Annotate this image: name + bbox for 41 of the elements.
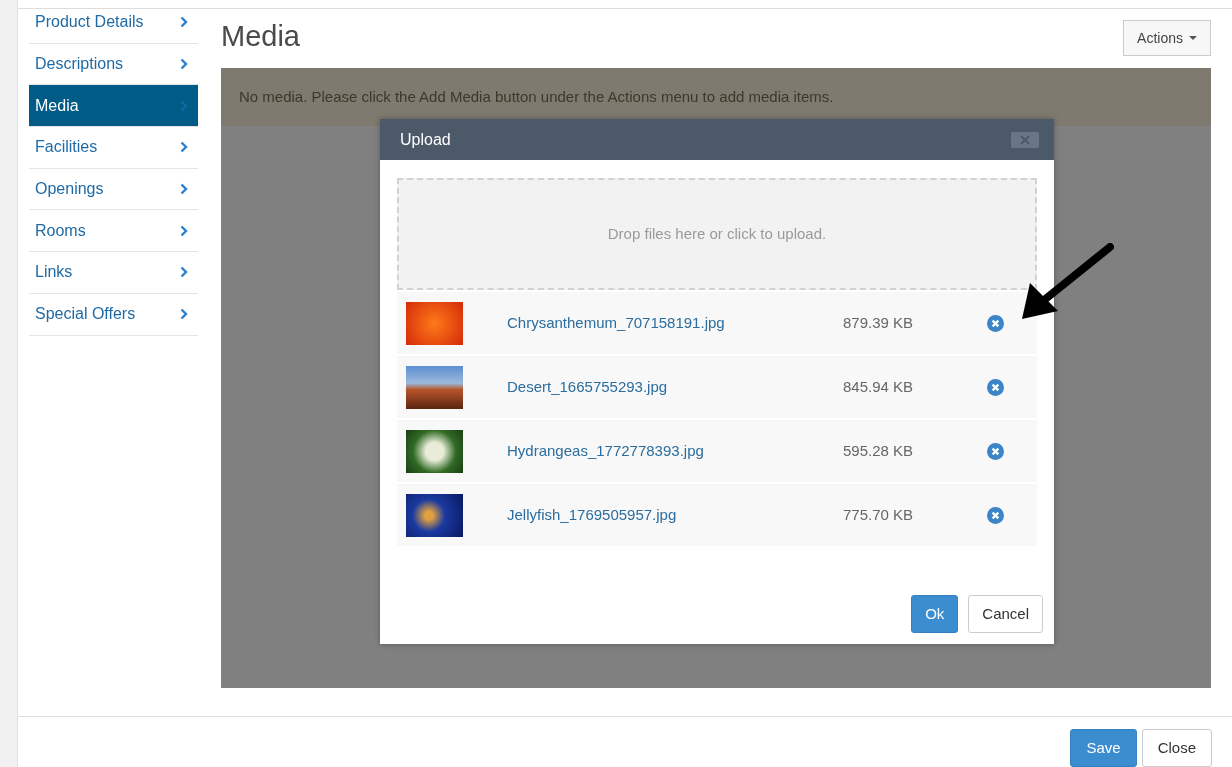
alert-text: No media. Please click the Add Media button under the Actions menu to add media items. xyxy=(239,86,834,107)
sidebar-item[interactable]: Special Offers xyxy=(29,293,198,336)
file-size: 879.39 KB xyxy=(843,312,915,333)
file-name[interactable]: Chrysanthemum_707158191.jpg xyxy=(507,311,843,335)
file-name[interactable]: Desert_1665755293.jpg xyxy=(507,375,843,399)
remove-icon[interactable] xyxy=(987,314,1004,332)
photo-placeholder xyxy=(406,493,463,537)
sidebar-item[interactable]: Openings xyxy=(29,168,198,211)
file-name[interactable]: Jellyfish_1769505957.jpg xyxy=(507,503,843,527)
chevron-icon xyxy=(180,141,188,154)
remove-icon[interactable] xyxy=(987,378,1004,396)
sidebar-item[interactable]: Media xyxy=(29,85,198,128)
chevron-icon xyxy=(180,58,188,71)
chevron-icon xyxy=(180,16,188,29)
secondary-button[interactable]: Cancel xyxy=(968,595,1043,633)
close-icon xyxy=(1020,134,1030,145)
secondary-button[interactable]: Close xyxy=(1141,729,1212,767)
actions-button[interactable]: Actions xyxy=(1123,20,1211,56)
file-name[interactable]: Hydrangeas_1772778393.jpg xyxy=(507,439,843,463)
caret-icon xyxy=(1189,36,1197,40)
dialog-title: Upload xyxy=(400,129,451,150)
chevron-icon xyxy=(180,308,188,321)
photo-placeholder xyxy=(406,429,463,473)
page-title: Media xyxy=(221,19,300,54)
file-size: 845.94 KB xyxy=(843,376,915,397)
photo-placeholder xyxy=(406,365,463,409)
sidebar-item[interactable]: Links xyxy=(29,252,198,294)
chevron-icon xyxy=(180,99,188,112)
chevron-icon xyxy=(180,224,188,237)
chevron-icon xyxy=(180,266,188,279)
sidebar-item[interactable]: Product Details xyxy=(29,2,198,44)
sidebar-item[interactable]: Rooms xyxy=(29,210,198,253)
primary-button[interactable]: Save xyxy=(1070,729,1137,767)
file-size: 775.70 KB xyxy=(843,504,915,525)
remove-icon[interactable] xyxy=(987,506,1004,524)
primary-button[interactable]: Ok xyxy=(911,595,959,633)
chevron-icon xyxy=(180,183,188,196)
photo-placeholder xyxy=(406,301,463,345)
sidebar-item[interactable]: Facilities xyxy=(29,127,198,169)
remove-icon[interactable] xyxy=(987,442,1004,460)
file-size: 595.28 KB xyxy=(843,440,915,461)
